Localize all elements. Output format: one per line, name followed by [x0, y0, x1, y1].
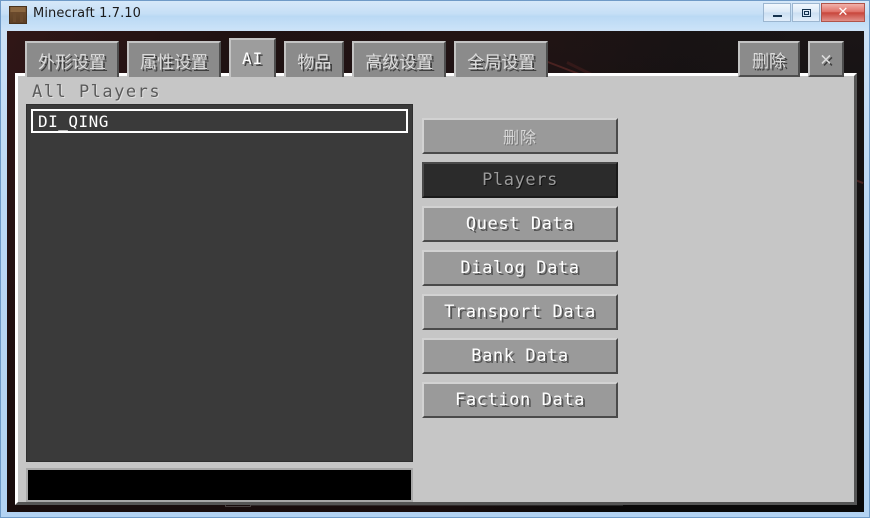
maximize-button[interactable] — [792, 3, 820, 22]
minimize-button[interactable] — [763, 3, 791, 22]
transport-data-button[interactable]: Transport Data — [422, 294, 618, 330]
application-window: Minecraft 1.7.10 ✕ 外形设置 属性设置 AI 物品 高级设置 全局设置 … — [0, 0, 870, 518]
player-search-field[interactable] — [26, 468, 413, 502]
close-gui-button-label: ✕ — [820, 48, 832, 70]
tab-5[interactable]: 全局设置 — [454, 41, 549, 77]
bank-data-button-label: Bank Data — [471, 346, 569, 366]
panel-delete-button: 删除 — [422, 118, 618, 154]
quest-data-button[interactable]: Quest Data — [422, 206, 618, 242]
panel-title: All Players — [32, 82, 162, 102]
minecraft-block-icon — [9, 6, 27, 24]
close-window-button[interactable]: ✕ — [821, 3, 865, 22]
player-search-input[interactable] — [28, 470, 411, 500]
maximize-icon — [793, 4, 819, 21]
delete-button-label: 删除 — [752, 51, 786, 72]
players-button[interactable]: Players — [422, 162, 618, 198]
minimize-icon — [764, 4, 790, 21]
tab-label: 物品 — [297, 52, 332, 73]
transport-data-button-label: Transport Data — [444, 302, 596, 322]
faction-data-button-label: Faction Data — [454, 390, 586, 410]
dialog-data-button[interactable]: Dialog Data — [422, 250, 618, 286]
tab-label: AI — [242, 49, 264, 68]
close-gui-button[interactable]: ✕ — [808, 41, 844, 77]
delete-button[interactable]: 删除 — [738, 41, 800, 77]
window-titlebar[interactable]: Minecraft 1.7.10 ✕ — [1, 1, 869, 29]
quest-data-button-label: Quest Data — [465, 214, 575, 234]
tab-1[interactable]: 属性设置 — [127, 41, 221, 77]
dialog-data-button-label: Dialog Data — [460, 258, 580, 278]
tab-label: 全局设置 — [467, 52, 536, 73]
gui-top-right-buttons: 删除 ✕ — [738, 39, 844, 77]
window-title: Minecraft 1.7.10 — [33, 6, 142, 21]
tab-3[interactable]: 物品 — [284, 41, 345, 77]
gui-tab-strip: 外形设置 属性设置 AI 物品 高级设置 全局设置 — [25, 38, 549, 77]
tab-label: 外形设置 — [38, 52, 106, 73]
list-item[interactable]: DI_QING — [31, 109, 408, 133]
tab-0[interactable]: 外形设置 — [25, 41, 119, 77]
bank-data-button[interactable]: Bank Data — [422, 338, 618, 374]
data-action-button-column: 删除 Players Quest Data Dialog Data Transport … — [422, 118, 618, 426]
tab-label: 高级设置 — [365, 52, 434, 73]
player-list[interactable]: DI_QING — [26, 104, 413, 462]
tab-label: 属性设置 — [140, 52, 208, 73]
faction-data-button[interactable]: Faction Data — [422, 382, 618, 418]
npc-config-panel: All Players DI_QING 删除 Players Quest Data D… — [15, 73, 857, 505]
close-icon: ✕ — [837, 5, 849, 20]
tab-2[interactable]: AI — [229, 38, 277, 77]
panel-delete-button-label: 删除 — [502, 128, 537, 147]
players-button-label: Players — [482, 170, 558, 190]
minecraft-game-canvas: 外形设置 属性设置 AI 物品 高级设置 全局设置 删除 ✕ All Players DI_… — [7, 31, 864, 512]
tab-4[interactable]: 高级设置 — [352, 41, 447, 77]
